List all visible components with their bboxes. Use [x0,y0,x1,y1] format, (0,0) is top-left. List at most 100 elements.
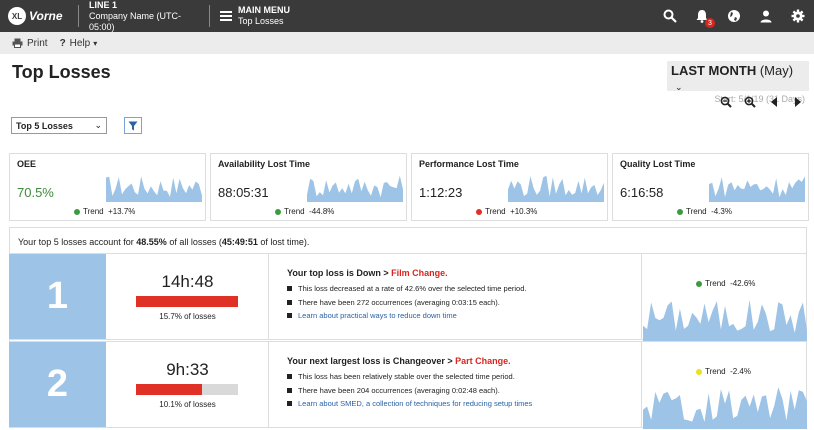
kpi-sparkline [307,175,403,202]
heading-text: Your next largest loss is Changeover > [287,356,453,366]
bell-icon[interactable]: 3 [694,8,715,28]
period-month: (May) [759,63,794,78]
user-icon[interactable] [758,8,774,24]
kpi-title: OEE [17,159,37,169]
loss-sparkline [643,299,807,341]
loss-description: Your top loss is Down > Film Change. Thi… [287,254,642,339]
trend-dot [74,208,80,215]
trend-label: Trend [485,207,506,216]
line-selector[interactable]: LINE 1 Company Name (UTC-05:00) [89,0,201,33]
loss-rank: 2 [9,342,106,427]
learn-more-link[interactable]: Learn about practical ways to reduce dow… [298,309,457,323]
filter-button[interactable] [124,117,142,134]
trend-value: -42.6% [730,279,756,288]
help-button[interactable]: ? Help ▾ [60,38,98,49]
summary-percent: 48.55% [136,237,167,247]
trend-label: Trend [686,207,707,216]
summary-suffix: of lost time). [260,237,310,247]
kpi-value: 70.5% [17,185,54,200]
kpi-trend: Trend -44.8% [275,207,334,216]
kpi-trend: Trend -4.3% [677,207,732,216]
kpi-title: Availability Lost Time [218,159,311,169]
loss-sparkline [643,387,807,429]
kpi-sparkline [106,176,202,202]
loss-reason-link[interactable]: Film Change. [391,268,448,278]
kpi-value: 88:05:31 [218,185,269,200]
summary-middle: of all losses ( [169,237,222,247]
kpi-card-performance[interactable]: Performance Lost Time 1:12:23 Trend +10.… [411,153,608,221]
gear-icon[interactable] [790,8,806,24]
bullet-icon [287,387,292,393]
bullet-icon [287,299,292,305]
trend-value: -44.8% [309,207,335,216]
trend-value: +13.7% [108,207,136,216]
print-label: Print [27,37,48,49]
kpi-value: 6:16:58 [620,185,664,200]
loss-heading: Your next largest loss is Changeover > P… [287,356,511,366]
loss-bar [136,384,238,395]
kpi-card-availability[interactable]: Availability Lost Time 88:05:31 Trend -4… [210,153,407,221]
loss-detail: There have been 204 occurrences (averagi… [298,385,500,395]
bullet-icon [287,286,292,292]
trend-dot [696,368,702,375]
printer-icon [12,38,23,48]
chevron-down-icon: ⌄ [675,82,683,92]
line-title: LINE 1 [89,0,118,10]
hamburger-icon [220,9,232,23]
help-label: Help [69,37,91,49]
period-selector[interactable]: LAST MONTH (May) ⌄ Start: 5/1/19 (31 Day… [667,61,809,104]
globe-icon[interactable] [726,8,742,24]
summary-time: 45:49:51 [221,237,258,247]
kpi-sparkline [709,176,805,202]
losses-count-select[interactable]: Top 5 Losses ⌄ [11,117,107,134]
loss-bar-fill [136,296,238,307]
trend-dot [476,208,482,215]
divider [78,5,79,27]
logo[interactable]: XL Vorne [8,5,70,27]
company-name: Company Name (UTC-05:00) [89,10,182,32]
learn-more-link[interactable]: Learn about SMED, a collection of techni… [298,397,532,411]
zoom-in-icon[interactable] [744,96,756,108]
trend-dot [275,208,281,215]
kpi-card-quality[interactable]: Quality Lost Time 6:16:58 Trend -4.3% [612,153,809,221]
loss-time: 14h:48 [161,272,214,291]
trend-dot [677,208,683,215]
loss-trend: Trend -2.4% [696,367,751,376]
search-icon[interactable] [662,8,678,24]
notification-badge: 3 [705,18,715,28]
kpi-title: Performance Lost Time [419,159,519,169]
menu-title: MAIN MENU [238,5,290,15]
heading-text: Your top loss is Down > [287,268,389,278]
loss-trend: Trend -42.6% [696,279,755,288]
period-label: LAST MONTH [671,63,757,78]
trend-value: -4.3% [711,207,732,216]
menu-subtitle: Top Losses [238,16,284,26]
next-icon[interactable] [792,96,804,108]
question-icon: ? [59,37,66,49]
bullet-icon [287,374,292,380]
print-button[interactable]: Print [12,38,48,49]
loss-row[interactable]: 2 9h:33 10.1% of losses Your next larges… [9,341,807,429]
trend-value: +10.3% [510,207,538,216]
kpi-sparkline [508,175,604,202]
kpi-trend: Trend +10.3% [476,207,537,216]
trend-label: Trend [705,279,726,288]
trend-value: -2.4% [730,367,751,376]
page-title: Top Losses [12,62,111,82]
zoom-out-icon[interactable] [720,96,732,108]
loss-detail: There have been 272 occurrences (averagi… [298,297,500,307]
loss-detail: This loss has been relatively stable ove… [298,372,515,381]
toolbar: Print ? Help ▾ [0,32,814,54]
loss-detail: This loss decreased at a rate of 42.6% o… [298,284,527,293]
trend-dot [696,280,702,287]
kpi-card-oee[interactable]: OEE 70.5% Trend +13.7% [9,153,206,221]
chevron-down-icon: ⌄ [94,120,102,130]
loss-row[interactable]: 1 14h:48 15.7% of losses Your top loss i… [9,253,807,341]
main-menu-button[interactable]: MAIN MENU Top Losses [220,5,290,27]
logo-text: Vorne [29,9,63,23]
loss-reason-link[interactable]: Part Change. [455,356,511,366]
loss-description: Your next largest loss is Changeover > P… [287,342,642,427]
loss-time: 9h:33 [166,360,209,379]
previous-icon[interactable] [768,96,780,108]
logo-mark: XL [8,7,26,25]
